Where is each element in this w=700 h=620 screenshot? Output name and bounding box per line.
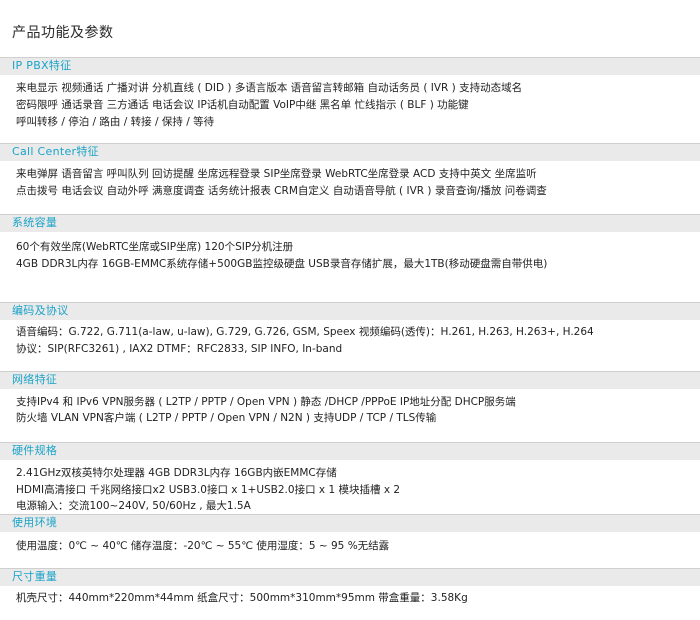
section-title: Call Center特征 — [12, 145, 99, 158]
section-title: 硬件规格 — [12, 444, 58, 457]
spec-line: 支持IPv4 和 IPv6 VPN服务器 ( L2TP / PPTP / Ope… — [16, 396, 516, 408]
feature-line: 密码限呼 通话录音 三方通话 电话会议 IP话机自动配置 VoIP中继 黑名单 … — [16, 99, 469, 111]
section-title: 使用环境 — [12, 516, 58, 529]
section-header — [0, 57, 700, 75]
spec-line: 协议：SIP(RFC3261) , IAX2 DTMF：RFC2833, SIP… — [16, 343, 343, 355]
feature-line: 来电显示 视频通话 广播对讲 分机直线 ( DID ) 多语言版本 语音留言转邮… — [16, 82, 523, 94]
spec-line: 60个有效坐席(WebRTC坐席或SIP坐席) 120个SIP分机注册 — [16, 241, 294, 253]
spec-line: 防火墙 VLAN VPN客户端 ( L2TP / PPTP / Open VPN… — [16, 412, 437, 424]
section-header — [0, 514, 700, 532]
section-header — [0, 214, 700, 232]
section-header — [0, 568, 700, 586]
spec-line: 语音编码：G.722, G.711(a-law, u-law), G.729, … — [16, 326, 594, 338]
section-header — [0, 143, 700, 161]
section-header — [0, 442, 700, 460]
section-header — [0, 302, 700, 320]
section-title: 编码及协议 — [12, 304, 69, 317]
section-header — [0, 371, 700, 389]
spec-line: 使用温度：0℃ ~ 40℃ 储存温度：-20℃ ~ 55℃ 使用湿度：5 ~ 9… — [16, 540, 390, 552]
section-title: 系统容量 — [12, 216, 58, 229]
section-title: 尺寸重量 — [12, 570, 58, 583]
spec-line: 4GB DDR3L内存 16GB-EMMC系统存储+500GB监控级硬盘 USB… — [16, 258, 548, 270]
spec-line: 电源输入：交流100~240V, 50/60Hz , 最大1.5A — [16, 500, 251, 512]
spec-line: HDMI高清接口 千兆网络接口x2 USB3.0接口 x 1+USB2.0接口 … — [16, 484, 401, 496]
section-title: IP PBX特征 — [12, 59, 72, 72]
feature-line: 来电弹屏 语音留言 呼叫队列 回访提醒 坐席远程登录 SIP坐席登录 WebRT… — [16, 168, 537, 180]
spec-line: 机壳尺寸：440mm*220mm*44mm 纸盒尺寸：500mm*310mm*9… — [16, 592, 468, 604]
section-title: 网络特征 — [12, 373, 58, 386]
feature-line: 呼叫转移 / 停泊 / 路由 / 转接 / 保持 / 等待 — [16, 116, 215, 128]
page-title: 产品功能及参数 — [12, 25, 114, 41]
spec-line: 2.41GHz双核英特尔处理器 4GB DDR3L内存 16GB内嵌EMMC存储 — [16, 467, 337, 479]
feature-line: 点击拨号 电话会议 自动外呼 满意度调查 话务统计报表 CRM自定义 自动语音导… — [16, 185, 547, 197]
